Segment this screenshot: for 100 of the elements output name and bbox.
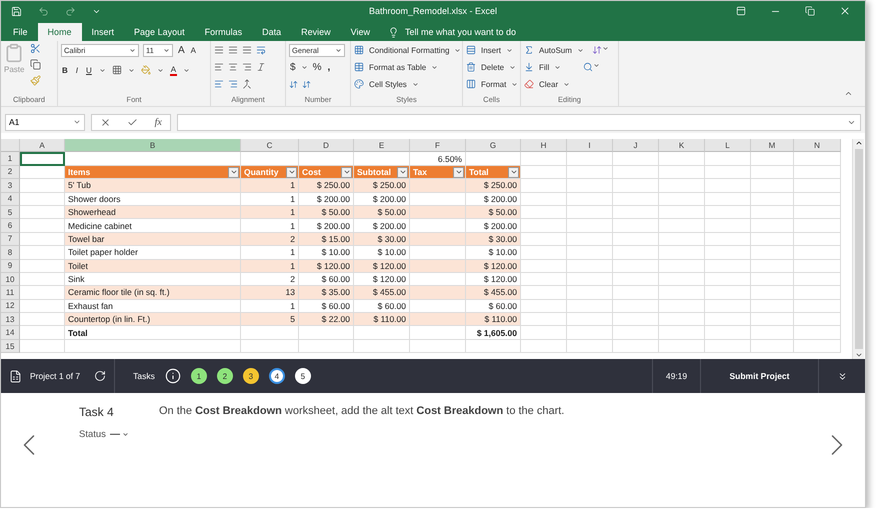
row-number[interactable]: 5 [1,206,20,220]
row-number[interactable]: 7 [1,232,20,246]
column-header[interactable]: A [20,139,65,152]
filter-button[interactable] [397,166,408,178]
row-number[interactable]: 12 [1,300,20,314]
column-header[interactable]: E [354,139,410,152]
ribbon-tab[interactable]: Page Layout [124,23,195,41]
align-right-icon[interactable] [242,62,252,72]
ribbon-tab[interactable]: Data [252,23,292,41]
fill-button[interactable]: Fill [538,60,550,74]
collapse-ribbon-icon[interactable] [844,89,853,98]
row-number[interactable]: 13 [1,313,20,326]
status-dropdown[interactable]: — [110,429,129,440]
merge-cells-icon[interactable] [242,79,252,89]
scissors-icon[interactable] [30,43,42,54]
column-header[interactable]: D [299,139,354,152]
filter-button[interactable] [508,166,519,178]
borders-icon[interactable] [112,65,122,75]
column-header[interactable]: B [65,139,241,152]
restart-icon[interactable] [94,370,106,382]
task-button[interactable]: 4 [268,368,285,384]
comma-button[interactable]: , [326,60,332,74]
row-number[interactable]: 9 [1,260,20,273]
info-icon[interactable] [164,368,181,384]
italic-button[interactable]: I [74,63,80,77]
format-button[interactable]: Format [480,77,508,91]
decrease-decimal-icon[interactable] [302,80,311,88]
filter-button[interactable] [228,166,239,178]
row-number[interactable]: 10 [1,272,20,286]
task-button[interactable]: 2 [216,368,233,384]
undo-icon[interactable] [38,6,49,16]
vertical-scrollbar[interactable] [852,139,864,359]
row-number[interactable]: 6 [1,219,20,233]
lightbulb-icon[interactable] [388,26,399,38]
align-left-icon[interactable] [214,62,224,72]
filter-button[interactable] [341,166,352,178]
column-header[interactable]: L [705,139,751,152]
name-box[interactable]: A1 [5,114,85,130]
ribbon-tab[interactable]: Insert [82,23,124,41]
clear-button[interactable]: Clear [538,77,560,91]
column-header[interactable]: N [794,139,841,152]
column-header[interactable]: I [567,139,613,152]
redo-icon[interactable] [65,6,76,16]
increase-decimal-icon[interactable] [289,80,298,88]
decrease-indent-icon[interactable] [214,79,224,89]
search-icon[interactable] [583,62,594,72]
increase-indent-icon[interactable] [228,79,238,89]
row-number[interactable]: 1 [1,152,20,166]
ribbon-tab[interactable]: Review [291,23,341,41]
grow-font-button[interactable]: A [177,43,186,57]
ribbon-display-icon[interactable] [736,6,746,16]
column-header[interactable]: F [410,139,466,152]
conditional-formatting-button[interactable]: Conditional Formatting [368,43,450,57]
ribbon-tab[interactable]: Home [38,23,82,41]
enter-icon[interactable] [127,116,138,128]
active-cell[interactable] [20,152,65,166]
insert-function-button[interactable]: fx [154,116,162,128]
underline-button[interactable]: U [85,63,93,77]
copy-icon[interactable] [30,59,42,70]
align-top-icon[interactable] [214,45,224,55]
ribbon-tab[interactable]: Formulas [194,23,252,41]
scroll-up-icon[interactable] [854,139,862,147]
row-number[interactable]: 2 [1,166,20,180]
column-header[interactable]: C [241,139,299,152]
autosum-button[interactable]: AutoSum [538,43,573,57]
task-button[interactable]: 1 [190,368,207,384]
row-number[interactable]: 8 [1,246,20,260]
task-button[interactable]: 5 [294,368,311,384]
font-color-button[interactable]: A [170,64,178,76]
row-number[interactable]: 11 [1,286,20,300]
delete-button[interactable]: Delete [480,60,506,74]
currency-button[interactable]: $ [289,60,297,74]
row-number[interactable]: 14 [1,326,20,340]
tell-me-field[interactable]: Tell me what you want to do [405,27,516,37]
submit-project-button[interactable]: Submit Project [724,370,796,382]
sort-filter-icon[interactable] [592,45,602,55]
bold-button[interactable]: B [61,63,69,77]
column-header[interactable]: H [521,139,567,152]
percent-button[interactable]: % [312,60,322,74]
task-button[interactable]: 3 [242,368,259,384]
column-header[interactable]: K [659,139,705,152]
row-number[interactable]: 4 [1,192,20,206]
cancel-icon[interactable] [100,116,112,128]
column-header[interactable]: M [751,139,794,152]
ribbon-tab[interactable]: View [340,23,380,41]
row-number[interactable]: 3 [1,179,20,193]
filter-button[interactable] [286,166,297,178]
format-as-table-button[interactable]: Format as Table [368,60,428,74]
formula-field[interactable] [177,114,861,130]
filter-button[interactable] [453,166,464,178]
shrink-font-button[interactable]: A [190,43,198,57]
column-header[interactable]: J [613,139,659,152]
column-header[interactable]: G [466,139,521,152]
close-icon[interactable] [839,5,851,17]
align-bottom-icon[interactable] [242,45,252,55]
align-middle-icon[interactable] [228,45,238,55]
row-number[interactable]: 15 [1,340,20,354]
align-center-icon[interactable] [228,62,238,72]
spreadsheet-icon[interactable] [9,370,22,382]
restore-icon[interactable] [805,6,815,16]
